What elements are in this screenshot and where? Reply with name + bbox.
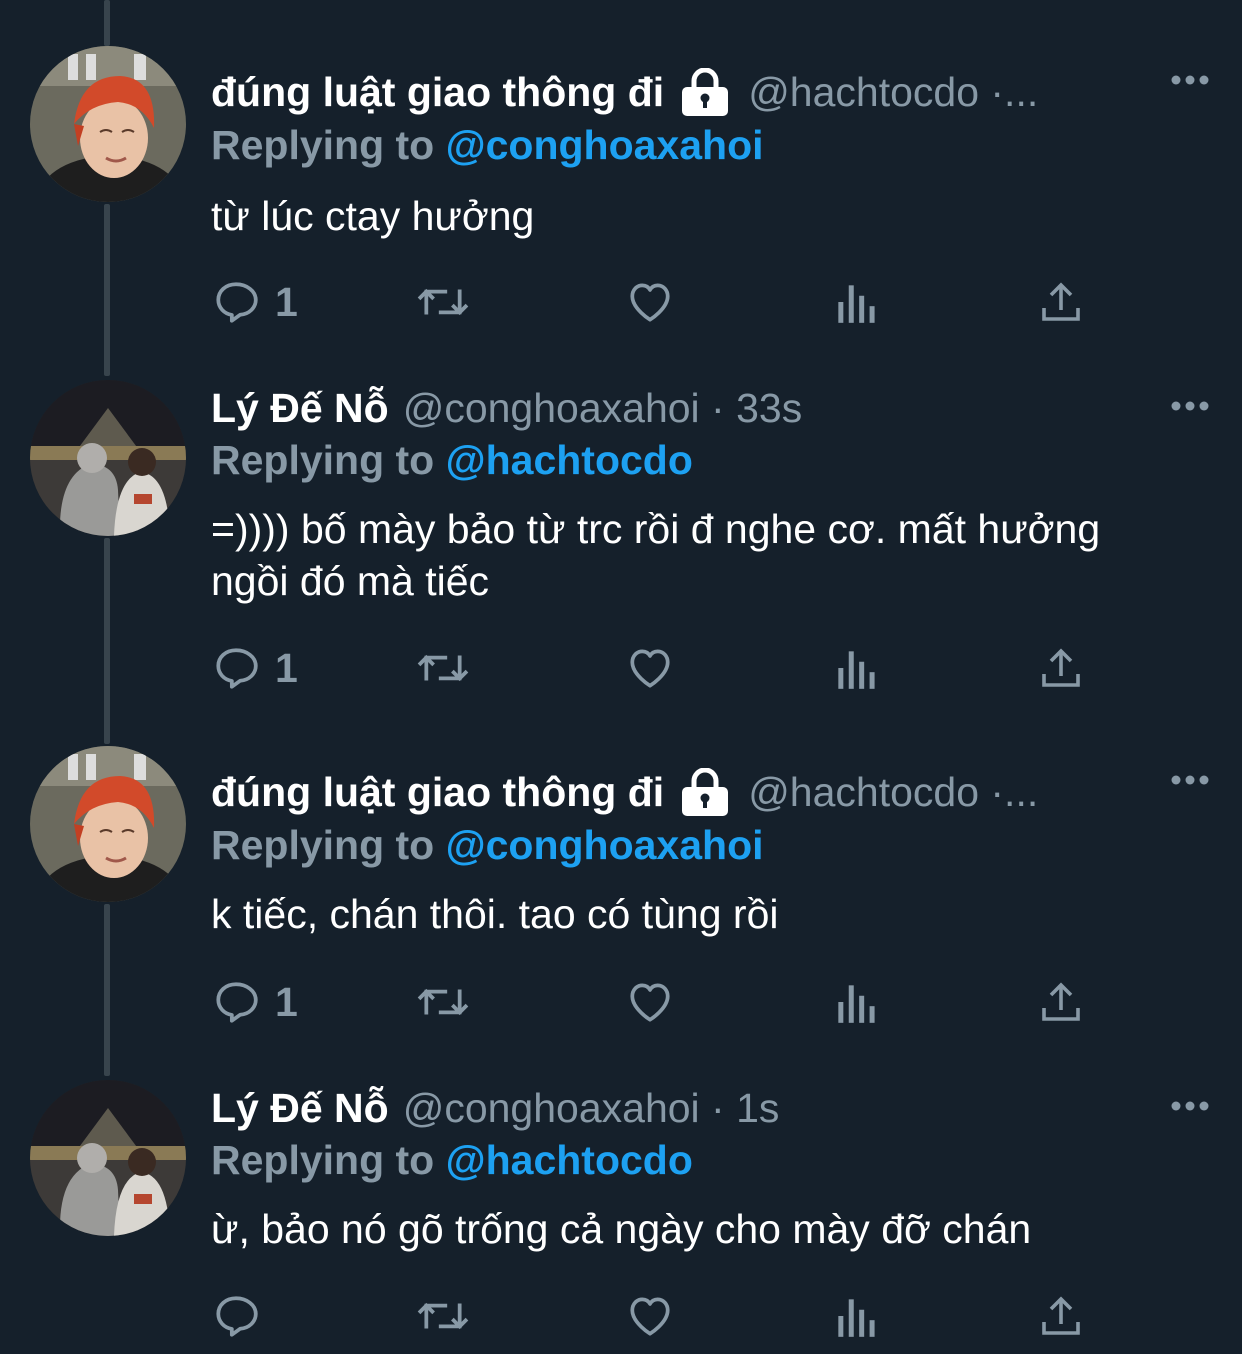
author-name[interactable]: đúng luật giao thông đi [211,769,664,816]
reply-button[interactable]: 1 [211,640,298,696]
author-handle[interactable]: @conghoaxahoi · 1s [403,1085,780,1132]
more-icon[interactable] [1170,386,1210,426]
heart-icon [630,649,670,688]
retweet-button[interactable] [415,274,471,330]
reply-button[interactable]: 1 [211,274,298,330]
share-icon [1042,982,1080,1021]
thread-line [104,204,110,376]
tweet-text: k tiếc, chán thôi. tao có tùng rồi [211,891,779,937]
share-button[interactable] [1037,974,1085,1030]
reply-count: 1 [275,978,298,1025]
reply-icon [216,282,258,323]
views-icon [838,285,875,323]
tweet-actions: 1 [211,974,1111,1030]
thread-line [104,0,110,46]
author-handle[interactable]: @hachtocdo ·... [748,769,1038,816]
reply-target-link[interactable]: @hachtocdo [446,1137,693,1183]
like-button[interactable] [625,274,675,330]
views-icon [838,1299,875,1337]
author-handle[interactable]: @hachtocdo ·... [748,69,1038,116]
retweet-icon [417,988,469,1016]
share-button[interactable] [1037,1288,1085,1344]
tweet-actions: 1 [211,274,1111,330]
share-button[interactable] [1037,640,1085,696]
replying-to-label: Replying to [211,1137,435,1183]
share-icon [1042,1296,1080,1335]
tweet-header: đúng luật giao thông đi @hachtocdo ·... [211,64,1072,120]
tweet-text: ừ, bảo nó gõ trống cả ngày cho mày đỡ ch… [211,1206,1032,1252]
reply-count: 1 [275,278,298,325]
retweet-icon [417,1302,469,1330]
tweet-header: đúng luật giao thông đi @hachtocdo ·... [211,764,1072,820]
tweet-actions: 1 [211,640,1111,696]
lock-icon [678,67,732,116]
heart-icon [630,983,670,1022]
views-icon [838,651,875,689]
views-button[interactable] [833,274,877,330]
tweet-header: Lý Đế Nỗ @conghoaxahoi · 33s [211,380,1072,436]
avatar[interactable] [30,1080,186,1236]
thread-line [104,538,110,744]
reply-button[interactable] [211,1288,275,1344]
views-button[interactable] [833,1288,877,1344]
reply-target-link[interactable]: @hachtocdo [446,437,693,483]
tweet-text: =)))) bố mày bảo từ trc rồi đ nghe cơ. m… [211,506,1101,604]
replying-to-label: Replying to [211,822,435,868]
retweet-icon [417,654,469,682]
more-icon[interactable] [1170,1086,1210,1126]
reply-icon [216,1296,258,1337]
views-button[interactable] [833,974,877,1030]
retweet-button[interactable] [415,974,471,1030]
like-button[interactable] [625,974,675,1030]
heart-icon [630,1297,670,1336]
author-name[interactable]: Lý Đế Nỗ [211,1085,389,1132]
retweet-button[interactable] [415,1288,471,1344]
replying-to: Replying to @hachtocdo [211,1137,693,1184]
like-button[interactable] [625,640,675,696]
views-button[interactable] [833,640,877,696]
more-icon[interactable] [1170,760,1210,800]
like-button[interactable] [625,1288,675,1344]
share-button[interactable] [1037,274,1085,330]
author-name[interactable]: Lý Đế Nỗ [211,385,389,432]
replying-to-label: Replying to [211,122,435,168]
tweet-header: Lý Đế Nỗ @conghoaxahoi · 1s [211,1080,1072,1136]
reply-icon [216,648,258,689]
avatar[interactable] [30,46,186,202]
author-name[interactable]: đúng luật giao thông đi [211,69,664,116]
lock-icon [678,767,732,816]
tweet-actions [211,1288,1111,1344]
thread-line [104,904,110,1076]
replying-to: Replying to @conghoaxahoi [211,822,764,869]
retweet-icon [417,288,469,316]
share-icon [1042,648,1080,687]
reply-count: 1 [275,644,298,691]
avatar[interactable] [30,746,186,902]
heart-icon [630,283,670,322]
more-icon[interactable] [1170,60,1210,100]
retweet-button[interactable] [415,640,471,696]
replying-to: Replying to @conghoaxahoi [211,122,764,169]
reply-icon [216,982,258,1023]
reply-target-link[interactable]: @conghoaxahoi [446,122,764,168]
author-handle[interactable]: @conghoaxahoi · 33s [403,385,803,432]
avatar[interactable] [30,380,186,536]
tweet-text: từ lúc ctay hưởng [211,193,535,239]
replying-to: Replying to @hachtocdo [211,437,693,484]
reply-button[interactable]: 1 [211,974,298,1030]
replying-to-label: Replying to [211,437,435,483]
reply-target-link[interactable]: @conghoaxahoi [446,822,764,868]
share-icon [1042,282,1080,321]
views-icon [838,985,875,1023]
